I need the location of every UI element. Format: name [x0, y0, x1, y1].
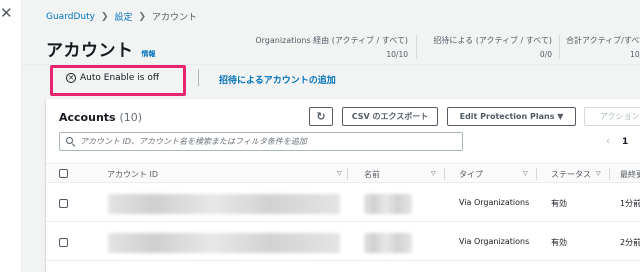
column-type[interactable]: タイプ	[459, 169, 483, 180]
search-placeholder: アカウント ID、アカウント名を検索またはフィルタ条件を追加	[80, 137, 307, 146]
pagination: ‹ 1 ›	[606, 136, 640, 147]
stat-value: 10/1	[630, 50, 640, 59]
cell-status: 有効	[551, 199, 567, 208]
column-last-updated[interactable]: 最終更新日	[620, 169, 640, 180]
search-icon	[66, 137, 76, 148]
table-header: アカウント ID ▽ 名前 ▽ タイプ ▽ ステータス ▽ 最終更新日	[46, 163, 640, 183]
breadcrumb-separator-icon: ❯	[138, 11, 147, 22]
accounts-heading: Accounts (10)	[59, 111, 142, 124]
column-separator	[347, 168, 348, 180]
column-account-id[interactable]: アカウント ID	[107, 169, 158, 180]
sort-caret-icon[interactable]: ▽	[431, 170, 436, 177]
close-icon[interactable]: ✕	[0, 6, 13, 21]
sort-caret-icon[interactable]: ▽	[337, 170, 342, 177]
stat-divider	[559, 35, 560, 59]
accounts-count: (10)	[119, 111, 143, 124]
table-row[interactable]: Via Organizations 有効 2分前	[46, 223, 640, 261]
add-invite-account-link[interactable]: 招待によるアカウントの追加	[219, 73, 336, 86]
select-all-checkbox[interactable]	[59, 169, 68, 178]
refresh-button[interactable]: ↻	[309, 107, 333, 126]
main-content: GuardDuty ❯ 設定 ❯ アカウント アカウント 情報 Organiza…	[22, 0, 640, 272]
breadcrumb-guardduty[interactable]: GuardDuty	[46, 12, 95, 22]
account-stats: Organizations 経由 (アクティブ / すべて) 10/10 招待に…	[22, 35, 640, 65]
stat-value: 10/10	[386, 50, 408, 59]
accounts-title: Accounts	[59, 111, 116, 124]
stat-invitation: 招待による (アクティブ / すべて) 0/0	[433, 35, 552, 59]
accounts-panel: Accounts (10) ↻ CSV のエクスポート Edit Protect…	[46, 99, 640, 272]
cell-type: Via Organizations	[459, 198, 530, 207]
breadcrumb-separator-icon: ❯	[100, 11, 109, 22]
search-input[interactable]: アカウント ID、アカウント名を検索またはフィルタ条件を追加	[59, 132, 463, 151]
sidebar-strip: ✕	[0, 0, 22, 272]
action-divider	[198, 69, 199, 86]
cell-type: Via Organizations	[459, 237, 530, 246]
stat-value: 0/0	[539, 50, 552, 59]
auto-enable-status[interactable]: ✕ Auto Enable is off	[66, 73, 159, 83]
breadcrumb: GuardDuty ❯ 設定 ❯ アカウント	[46, 10, 198, 24]
cell-last-updated: 1分前	[620, 199, 640, 208]
table-row[interactable]: Via Organizations 有効 1分前	[46, 184, 640, 222]
edit-protection-plans-button[interactable]: Edit Protection Plans ▼	[447, 107, 576, 126]
actions-dropdown-button[interactable]: アクション ▼	[584, 107, 640, 126]
column-status[interactable]: ステータス	[551, 169, 591, 180]
stat-total: 合計アクティブ/すべて 10/1	[566, 35, 640, 59]
account-name-redacted	[364, 233, 412, 253]
x-circle-icon: ✕	[66, 73, 76, 83]
breadcrumb-current: アカウント	[152, 13, 198, 23]
column-name[interactable]: 名前	[364, 169, 380, 180]
sort-caret-icon[interactable]: ▽	[523, 170, 528, 177]
sort-caret-icon[interactable]: ▽	[596, 170, 601, 177]
column-separator	[444, 168, 445, 180]
pager-current-page[interactable]: 1	[622, 137, 628, 147]
stat-label: 合計アクティブ/すべて	[566, 36, 640, 45]
action-bar: ✕ Auto Enable is off 招待によるアカウントの追加	[22, 65, 640, 96]
row-checkbox[interactable]	[59, 238, 68, 247]
row-checkbox[interactable]	[59, 199, 68, 208]
account-id-redacted	[108, 233, 340, 253]
account-name-redacted	[364, 194, 412, 214]
account-id-redacted	[108, 194, 340, 214]
stat-organizations: Organizations 経由 (アクティブ / すべて) 10/10	[255, 35, 408, 59]
column-separator	[609, 168, 610, 180]
breadcrumb-settings[interactable]: 設定	[114, 10, 132, 23]
cell-status: 有効	[551, 238, 567, 247]
auto-enable-label: Auto Enable is off	[80, 73, 160, 83]
cell-last-updated: 2分前	[620, 238, 640, 247]
stat-label: Organizations 経由 (アクティブ / すべて)	[255, 36, 408, 45]
csv-export-button[interactable]: CSV のエクスポート	[342, 107, 438, 126]
stat-label: 招待による (アクティブ / すべて)	[433, 36, 552, 45]
column-separator	[536, 168, 537, 180]
pager-prev-icon[interactable]: ‹	[606, 136, 610, 147]
stat-divider	[416, 35, 417, 59]
refresh-icon: ↻	[316, 110, 326, 123]
